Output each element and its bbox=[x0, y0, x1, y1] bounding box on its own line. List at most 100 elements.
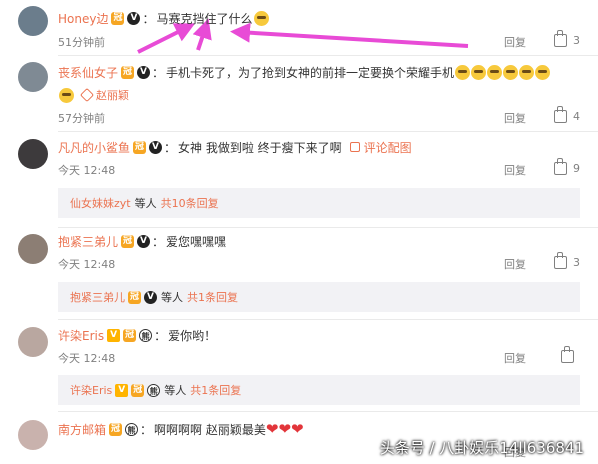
thumbs-up-icon bbox=[554, 252, 567, 269]
comment-text: 女神 我做到啦 终于瘦下来了啊 bbox=[178, 140, 342, 155]
avatar[interactable] bbox=[18, 139, 48, 169]
comment-text: 啊啊啊啊 赵丽颖最美 bbox=[154, 422, 266, 437]
arrow-middle bbox=[192, 18, 212, 51]
image-icon bbox=[349, 142, 360, 152]
emoji-icon bbox=[253, 10, 269, 26]
sub-reply-author[interactable]: 仙女妹妹zyt bbox=[70, 195, 131, 211]
crown-badge-icon: 冠 bbox=[128, 290, 141, 304]
sub-reply-count[interactable]: 共1条回复 bbox=[190, 382, 241, 398]
reply-button[interactable]: 回复 bbox=[504, 350, 526, 366]
heart-icon: ❤ bbox=[278, 419, 292, 438]
crown-badge-icon: 冠 bbox=[123, 328, 137, 342]
comment-text: 马赛克挡住了什么 bbox=[156, 11, 253, 26]
verified-v-icon: V bbox=[115, 383, 129, 397]
divider bbox=[58, 411, 598, 412]
panda-badge-icon: 熊 bbox=[147, 383, 161, 397]
timestamp: 51分钟前 bbox=[58, 36, 105, 49]
emoji-icon bbox=[535, 64, 551, 80]
vip-badge-icon: V bbox=[137, 65, 151, 79]
heart-icon: ❤ bbox=[265, 419, 279, 438]
sub-reply-note: 等人 bbox=[164, 384, 187, 397]
like-button[interactable]: 4 bbox=[554, 106, 580, 123]
thumbs-up-icon bbox=[554, 30, 567, 47]
sub-reply-summary[interactable]: 抱紧三弟儿 冠 V 等人 共1条回复 bbox=[58, 282, 580, 312]
avatar[interactable] bbox=[18, 62, 48, 92]
separator: ： bbox=[154, 328, 167, 343]
sub-reply-author[interactable]: 许染Eris bbox=[70, 382, 112, 398]
username[interactable]: 抱紧三弟儿 bbox=[58, 233, 118, 250]
divider bbox=[58, 131, 598, 132]
vip-badge-icon: V bbox=[127, 11, 141, 25]
crown-badge-icon: 冠 bbox=[133, 140, 147, 154]
like-count: 3 bbox=[573, 256, 580, 269]
emoji-icon bbox=[503, 64, 519, 80]
thumbs-up-icon bbox=[561, 346, 574, 363]
timestamp: 57分钟前 bbox=[58, 112, 105, 125]
sub-reply-summary[interactable]: 许染Eris V 冠 熊 等人 共1条回复 bbox=[58, 375, 580, 405]
thumbs-up-icon bbox=[554, 106, 567, 123]
divider bbox=[58, 319, 598, 320]
vip-badge-icon: V bbox=[137, 234, 151, 248]
divider bbox=[58, 55, 598, 56]
reply-button[interactable]: 回复 bbox=[504, 162, 526, 178]
crown-badge-icon: 冠 bbox=[111, 11, 125, 25]
timestamp: 今天 12:48 bbox=[58, 258, 116, 271]
crown-badge-icon: 冠 bbox=[121, 234, 135, 248]
verified-v-icon: V bbox=[107, 328, 121, 342]
topic-tag-label: 赵丽颖 bbox=[96, 89, 129, 102]
reply-button[interactable]: 回复 bbox=[504, 256, 526, 272]
arrow-left bbox=[137, 23, 196, 54]
like-count: 4 bbox=[573, 110, 580, 123]
emoji-icon bbox=[455, 64, 471, 80]
username[interactable]: 丧系仙女子 bbox=[58, 64, 118, 81]
separator: ： bbox=[140, 422, 153, 437]
sub-reply-summary[interactable]: 仙女妹妹zyt 等人 共10条回复 bbox=[58, 188, 580, 218]
avatar[interactable] bbox=[18, 327, 48, 357]
avatar[interactable] bbox=[18, 420, 48, 450]
vip-badge-icon: V bbox=[149, 140, 163, 154]
comment-text: 手机卡死了，为了抢到女神的前排一定要换个荣耀手机 bbox=[166, 65, 455, 80]
username[interactable]: 许染Eris bbox=[58, 327, 104, 344]
vip-badge-icon: V bbox=[144, 290, 157, 304]
username[interactable]: 凡凡的小鲨鱼 bbox=[58, 139, 130, 156]
like-button[interactable]: 3 bbox=[554, 30, 580, 47]
sub-reply-count[interactable]: 共10条回复 bbox=[161, 195, 219, 211]
like-button[interactable]: 9 bbox=[554, 158, 580, 175]
divider bbox=[58, 227, 598, 228]
separator: ： bbox=[152, 65, 165, 80]
panda-badge-icon: 熊 bbox=[139, 328, 153, 342]
separator: ： bbox=[152, 234, 165, 249]
watermark: 头条号 / 八卦娱乐14ll636841 bbox=[379, 439, 584, 457]
thumbs-up-icon bbox=[554, 158, 567, 175]
like-button[interactable] bbox=[561, 346, 580, 363]
crown-badge-icon: 冠 bbox=[131, 383, 145, 397]
like-count: 3 bbox=[573, 34, 580, 47]
sub-reply-count[interactable]: 共1条回复 bbox=[187, 289, 238, 305]
sub-reply-note: 等人 bbox=[134, 197, 157, 210]
sub-reply-note: 等人 bbox=[161, 291, 183, 304]
timestamp: 今天 12:48 bbox=[58, 352, 116, 365]
avatar[interactable] bbox=[18, 234, 48, 264]
sub-reply-author[interactable]: 抱紧三弟儿 bbox=[70, 289, 125, 305]
avatar[interactable] bbox=[18, 6, 48, 36]
emoji-icon bbox=[59, 87, 74, 103]
like-button[interactable]: 3 bbox=[554, 252, 580, 269]
panda-badge-icon: 熊 bbox=[125, 422, 139, 436]
reply-button[interactable]: 回复 bbox=[504, 110, 526, 126]
separator: ： bbox=[164, 140, 177, 155]
image-attachment-label: 评论配图 bbox=[363, 140, 412, 155]
username[interactable]: 南方邮箱 bbox=[58, 421, 106, 438]
timestamp: 今天 12:48 bbox=[58, 164, 116, 177]
tag-icon bbox=[79, 87, 95, 103]
emoji-icon bbox=[487, 64, 503, 80]
separator: ： bbox=[142, 11, 155, 26]
topic-tag-link[interactable]: 赵丽颖 bbox=[79, 87, 129, 103]
username[interactable]: Honey边 bbox=[58, 10, 108, 27]
image-attachment-link[interactable]: 评论配图 bbox=[349, 139, 412, 156]
comment-text: 爱你哟！ bbox=[168, 328, 217, 343]
emoji-icon bbox=[519, 64, 535, 80]
crown-badge-icon: 冠 bbox=[109, 422, 123, 436]
crown-badge-icon: 冠 bbox=[121, 65, 135, 79]
reply-button[interactable]: 回复 bbox=[504, 34, 526, 50]
heart-icon: ❤ bbox=[291, 419, 304, 438]
